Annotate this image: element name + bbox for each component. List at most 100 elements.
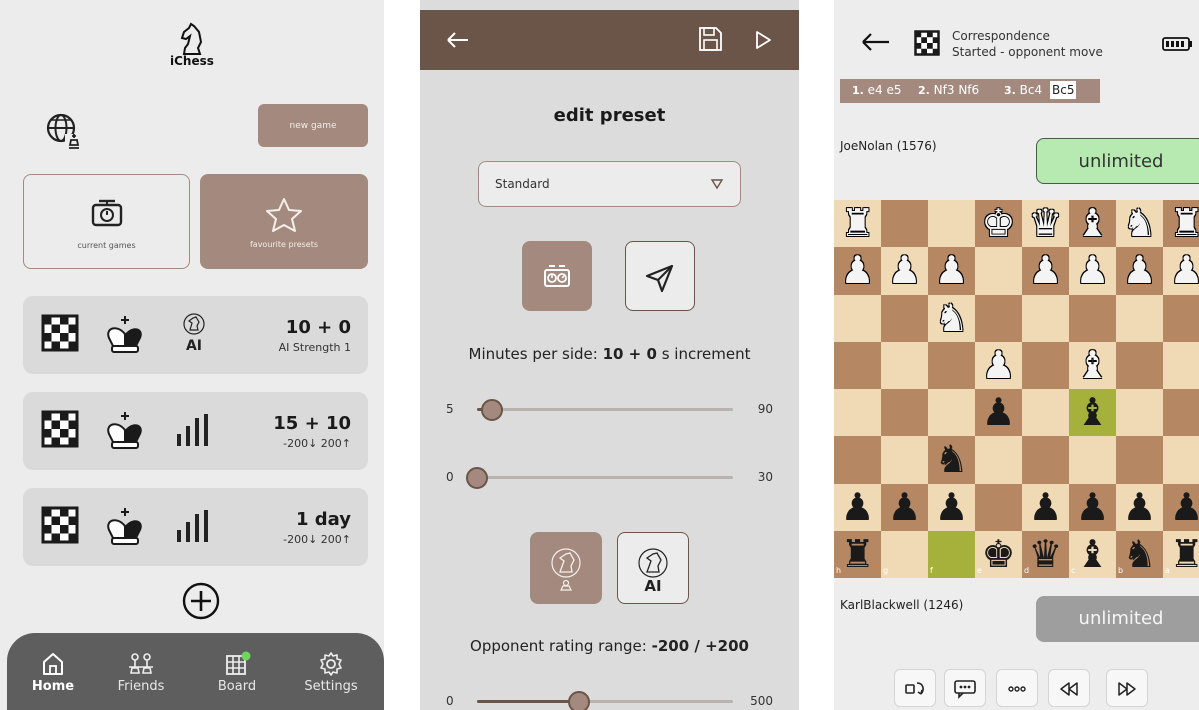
board-square[interactable] — [928, 530, 975, 578]
chess-piece[interactable]: ♟ — [1022, 247, 1069, 294]
board-square[interactable] — [928, 200, 975, 248]
board-square[interactable] — [1116, 389, 1163, 437]
board-square[interactable] — [975, 247, 1022, 295]
board-square[interactable] — [881, 200, 928, 248]
nav-settings[interactable]: Settings — [291, 651, 371, 694]
slider-thumb[interactable] — [466, 467, 488, 489]
board-square[interactable] — [881, 341, 928, 389]
board-square[interactable] — [1163, 294, 1199, 342]
nav-friends[interactable]: Friends — [101, 651, 181, 694]
back-button[interactable] — [444, 26, 472, 58]
next-move-button[interactable] — [1106, 669, 1148, 707]
online-play-button[interactable] — [43, 110, 89, 160]
board-square[interactable] — [834, 389, 881, 437]
board-square[interactable] — [834, 294, 881, 342]
increment-slider[interactable]: 0 30 — [420, 465, 799, 491]
board-square[interactable] — [1022, 436, 1069, 484]
chess-piece[interactable]: ♝ — [1069, 200, 1116, 247]
chess-piece[interactable]: ♟ — [1116, 484, 1163, 531]
flip-board-button[interactable] — [894, 669, 936, 707]
previous-move-button[interactable] — [1048, 669, 1090, 707]
board-square[interactable] — [881, 389, 928, 437]
board-square[interactable] — [1022, 294, 1069, 342]
board-square[interactable] — [1163, 436, 1199, 484]
board-square[interactable] — [881, 294, 928, 342]
current-move[interactable]: Bc5 — [1050, 81, 1077, 99]
board-square[interactable] — [1022, 389, 1069, 437]
move-item[interactable]: 3. Bc4 — [1004, 83, 1042, 97]
board-square[interactable] — [881, 436, 928, 484]
slider-track[interactable] — [477, 399, 733, 421]
board-square[interactable] — [975, 436, 1022, 484]
preset-card[interactable]: 15 + 10 -200↓ 200↑ — [23, 392, 368, 470]
move-item[interactable]: 1. e4 e5 — [852, 83, 902, 97]
chess-piece[interactable]: ♜ — [834, 200, 881, 247]
board-square[interactable] — [1069, 436, 1116, 484]
board-square[interactable] — [1163, 341, 1199, 389]
chess-piece[interactable]: ♟ — [1116, 247, 1163, 294]
chess-piece[interactable]: ♚ — [975, 200, 1022, 247]
board-square[interactable] — [834, 341, 881, 389]
chess-piece[interactable]: ♞ — [928, 295, 975, 342]
chessboard[interactable]: ♜ ♚ ♛ ♝ ♞ ♜ ♟ ♟ ♟ ♟ ♟ ♟ ♟ ♞ ♟ ♝ ♟ ♝ ♞ ♟ ♟ ♟ ♟ ♟ ♟ ♟ ♜ ♚ ♛ ♝ ♞ ♜ — [834, 200, 1199, 578]
chess-piece[interactable]: ♝ — [1069, 389, 1116, 436]
chess-piece[interactable]: ♟ — [881, 247, 928, 294]
chess-piece[interactable]: ♟ — [1022, 484, 1069, 531]
board-square[interactable] — [834, 436, 881, 484]
slider-thumb[interactable] — [568, 691, 591, 710]
favourite-presets-card[interactable]: favourite presets — [200, 174, 368, 269]
board-square[interactable] — [1116, 294, 1163, 342]
play-button[interactable] — [752, 28, 774, 56]
more-options-button[interactable] — [996, 669, 1038, 707]
slider-track[interactable] — [477, 691, 733, 710]
board-square[interactable] — [1116, 436, 1163, 484]
ai-opponent-button[interactable]: AI — [617, 532, 689, 604]
chess-piece[interactable]: ♛ — [1022, 200, 1069, 247]
variant-select[interactable]: Standard — [478, 161, 741, 207]
board-square[interactable] — [928, 341, 975, 389]
chess-piece[interactable]: ♜ — [1163, 200, 1199, 247]
chess-piece[interactable]: ♚ — [975, 531, 1022, 578]
chess-piece[interactable]: ♝ — [1069, 342, 1116, 389]
board-square[interactable] — [975, 294, 1022, 342]
chess-piece[interactable]: ♞ — [1116, 200, 1163, 247]
nav-home[interactable]: Home — [13, 651, 93, 694]
chess-piece[interactable]: ♟ — [1163, 484, 1199, 531]
board-square[interactable] — [1069, 294, 1116, 342]
slider-track[interactable] — [466, 467, 733, 489]
chess-piece[interactable]: ♟ — [1163, 247, 1199, 294]
current-games-card[interactable]: current games — [23, 174, 190, 269]
board-square[interactable] — [975, 483, 1022, 531]
minutes-slider[interactable]: 5 90 — [420, 397, 799, 423]
board-square[interactable] — [1163, 389, 1199, 437]
move-item[interactable]: 2. Nf3 Nf6 — [918, 83, 979, 97]
board-square[interactable] — [1116, 341, 1163, 389]
new-game-button[interactable]: new game — [258, 104, 368, 147]
add-preset-button[interactable] — [181, 581, 221, 625]
nav-board[interactable]: Board — [197, 651, 277, 694]
chess-piece[interactable]: ♟ — [834, 247, 881, 294]
save-button[interactable] — [696, 24, 724, 58]
chat-button[interactable] — [944, 669, 986, 707]
slider-thumb[interactable] — [481, 399, 504, 421]
correspondence-mode-button[interactable] — [625, 241, 695, 311]
chess-piece[interactable]: ♝ — [1069, 531, 1116, 578]
rating-slider[interactable]: 0 500 — [420, 689, 799, 710]
chess-piece[interactable]: ♟ — [1069, 484, 1116, 531]
back-button[interactable] — [860, 28, 892, 60]
preset-card[interactable]: 1 day -200↓ 200↑ — [23, 488, 368, 566]
chess-piece[interactable]: ♟ — [975, 342, 1022, 389]
chess-piece[interactable]: ♟ — [975, 389, 1022, 436]
chess-piece[interactable]: ♟ — [834, 484, 881, 531]
move-list[interactable]: 1. e4 e5 2. Nf3 Nf6 3. Bc4 Bc5 — [840, 79, 1100, 103]
chess-piece[interactable]: ♞ — [928, 436, 975, 483]
chess-piece[interactable]: ♟ — [928, 247, 975, 294]
board-square[interactable] — [928, 389, 975, 437]
preset-card[interactable]: AI 10 + 0 AI Strength 1 — [23, 296, 368, 374]
realtime-mode-button[interactable] — [522, 241, 592, 311]
human-opponent-button[interactable] — [530, 532, 602, 604]
chess-piece[interactable]: ♟ — [881, 484, 928, 531]
chess-piece[interactable]: ♟ — [928, 484, 975, 531]
board-square[interactable] — [1022, 341, 1069, 389]
chess-piece[interactable]: ♟ — [1069, 247, 1116, 294]
